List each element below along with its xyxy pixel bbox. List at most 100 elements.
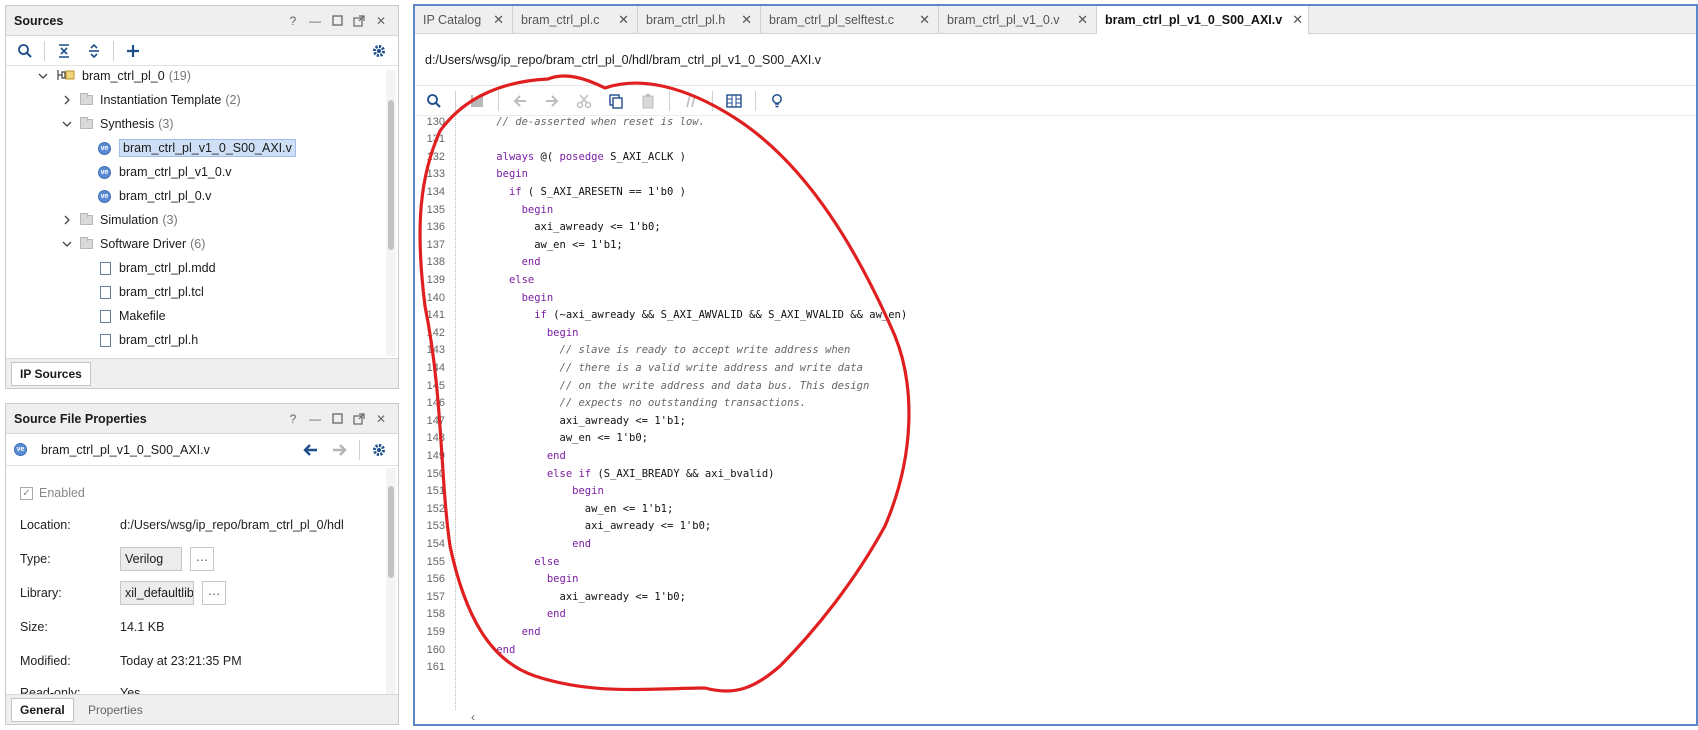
tree-item-file[interactable]: Makefile [100,306,166,326]
tree-item-file[interactable]: bram_ctrl_pl.tcl [100,282,204,302]
chevron-down-icon[interactable] [60,237,74,251]
close-icon[interactable]: ✕ [618,12,629,28]
enabled-checkbox[interactable]: ✓ Enabled [20,480,85,506]
tree-item-synthesis[interactable]: Synthesis (3) [60,114,173,134]
scroll-left-icon[interactable]: ‹ [471,710,475,724]
help-icon[interactable]: ? [284,410,302,428]
tree-item-file[interactable]: ve bram_ctrl_pl_v1_0.v [98,162,232,182]
code-line[interactable]: 145 // on the write address and data bus… [415,376,870,395]
tab-ip-sources[interactable]: IP Sources [11,362,91,386]
close-icon[interactable]: ✕ [372,12,390,30]
expand-all-icon[interactable] [83,40,105,62]
library-browse-button[interactable]: ⋯ [202,581,226,605]
tree-item-file[interactable]: bram_ctrl_pl.mdd [100,258,216,278]
code-line[interactable]: 138 end [415,253,541,272]
code-line[interactable]: 153 axi_awready <= 1'b0; [415,517,712,536]
scrollbar-thumb[interactable] [388,486,394,578]
search-icon[interactable] [423,90,445,112]
tab-general[interactable]: General [11,698,74,722]
code-line[interactable]: 135 begin [415,200,554,219]
tree-item-software-driver[interactable]: Software Driver (6) [60,234,205,254]
code-line[interactable]: 156 begin [415,570,579,589]
tree-item-simulation[interactable]: Simulation (3) [60,210,178,230]
code-line[interactable]: 137 aw_en <= 1'b1; [415,235,623,254]
copy-icon[interactable] [605,90,627,112]
close-icon[interactable]: ✕ [1292,12,1303,28]
code-line[interactable]: 144 // there is a valid write address an… [415,358,863,377]
type-browse-button[interactable]: ⋯ [190,547,214,571]
minimize-icon[interactable]: — [306,410,324,428]
chevron-down-icon[interactable] [36,70,50,83]
code-line[interactable]: 161 [415,658,471,677]
maximize-icon[interactable] [328,410,346,428]
undo-icon[interactable] [509,90,531,112]
close-icon[interactable]: ✕ [1077,12,1088,28]
code-line[interactable]: 147 axi_awready <= 1'b1; [415,411,686,430]
search-icon[interactable] [14,40,36,62]
code-line[interactable]: 157 axi_awready <= 1'b0; [415,587,686,606]
close-icon[interactable]: ✕ [493,12,504,28]
code-line[interactable]: 142 begin [415,323,579,342]
tab-ip-catalog[interactable]: IP Catalog ✕ [415,6,513,34]
cut-icon[interactable] [573,90,595,112]
close-icon[interactable]: ✕ [919,12,930,28]
paste-icon[interactable] [637,90,659,112]
horizontal-scrollbar[interactable]: ‹ [415,710,1696,724]
code-line[interactable]: 146 // expects no outstanding transactio… [415,394,806,413]
code-line[interactable]: 155 else [415,552,560,571]
code-line[interactable]: 143 // slave is ready to accept write ad… [415,341,851,360]
forward-arrow-icon[interactable] [329,439,351,461]
redo-icon[interactable] [541,90,563,112]
tree-item-instantiation-template[interactable]: Instantiation Template (2) [60,90,241,110]
help-icon[interactable]: ? [284,12,302,30]
library-field[interactable]: xil_defaultlib [120,581,194,605]
code-line[interactable]: 149 end [415,446,566,465]
float-icon[interactable] [350,410,368,428]
code-line[interactable]: 150 else if (S_AXI_BREADY && axi_bvalid) [415,464,775,483]
properties-scrollbar[interactable] [386,468,396,694]
tree-item-file[interactable]: bram_ctrl_pl.h [100,330,198,350]
gear-icon[interactable] [368,439,390,461]
code-line[interactable]: 152 aw_en <= 1'b1; [415,499,674,518]
lightbulb-icon[interactable] [766,90,788,112]
chevron-right-icon[interactable] [60,93,74,107]
tab-bram-ctrl-pl-v1-0-s00-axi-v[interactable]: bram_ctrl_pl_v1_0_S00_AXI.v ✕ [1097,6,1309,34]
code-line[interactable]: 160 end [415,640,516,659]
collapse-all-icon[interactable] [53,40,75,62]
tab-bram-ctrl-pl-c[interactable]: bram_ctrl_pl.c ✕ [513,6,638,34]
maximize-icon[interactable] [328,12,346,30]
add-icon[interactable] [122,40,144,62]
tab-bram-ctrl-pl-v1-0-v[interactable]: bram_ctrl_pl_v1_0.v ✕ [939,6,1097,34]
code-line[interactable]: 140 begin [415,288,554,307]
code-line[interactable]: 158 end [415,605,566,624]
tree-item-file[interactable]: ve bram_ctrl_pl_0.v [98,186,211,206]
code-line[interactable]: 132 always @( posedge S_AXI_ACLK ) [415,147,686,166]
close-icon[interactable]: ✕ [372,410,390,428]
minimize-icon[interactable]: — [306,12,324,30]
tab-bram-ctrl-pl-selftest-c[interactable]: bram_ctrl_pl_selftest.c ✕ [761,6,939,34]
checkbox-icon[interactable]: ✓ [20,486,33,500]
save-icon[interactable] [466,90,488,112]
code-line[interactable]: 130 // de-asserted when reset is low. [415,112,705,131]
tree-item-file[interactable]: ve bram_ctrl_pl_v1_0_S00_AXI.v [98,138,296,158]
code-line[interactable]: 148 aw_en <= 1'b0; [415,429,648,448]
column-layout-icon[interactable] [723,90,745,112]
scrollbar-thumb[interactable] [388,100,394,250]
code-area[interactable]: 130 // de-asserted when reset is low. 131… [415,112,1696,710]
tree-item-ip-root[interactable]: bram_ctrl_pl_0 (19) [36,70,191,86]
gear-icon[interactable] [368,40,390,62]
code-line[interactable]: 136 axi_awready <= 1'b0; [415,218,661,237]
type-field[interactable]: Verilog [120,547,182,571]
code-line[interactable]: 141 if (~axi_awready && S_AXI_AWVALID &&… [415,306,908,325]
close-icon[interactable]: ✕ [741,12,752,28]
comment-toggle-icon[interactable] [680,90,702,112]
code-line[interactable]: 154 end [415,534,591,553]
code-line[interactable]: 131 [415,130,471,149]
code-line[interactable]: 134 if ( S_AXI_ARESETN == 1'b0 ) [415,182,686,201]
code-line[interactable]: 133 begin [415,165,528,184]
code-line[interactable]: 159 end [415,622,541,641]
tree-scrollbar[interactable] [386,70,396,356]
tab-properties[interactable]: Properties [80,698,151,722]
chevron-right-icon[interactable] [60,213,74,227]
code-line[interactable]: 151 begin [415,482,604,501]
